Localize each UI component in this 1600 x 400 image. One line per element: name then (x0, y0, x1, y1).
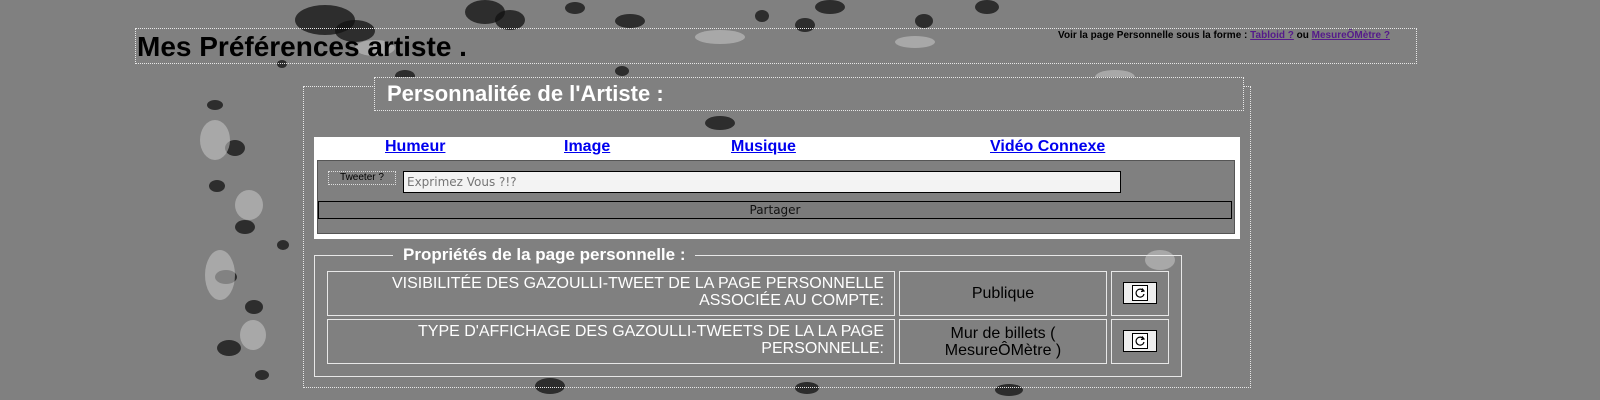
tweet-box: Humeur Image Musique Vidéo Connexe Tweet… (314, 137, 1240, 239)
tweet-form: Tweeter ? Partager (317, 160, 1235, 234)
refresh-icon (1132, 333, 1148, 349)
page-title: Mes Préférences artiste . (137, 31, 467, 62)
properties-title: Propriétés de la page personnelle : (393, 244, 696, 266)
personality-tabs: Humeur Image Musique Vidéo Connexe (314, 138, 1240, 158)
tab-humeur[interactable]: Humeur (385, 138, 445, 156)
view-as-prefix: Voir la page Personnelle sous la forme : (1058, 30, 1251, 41)
tweet-input[interactable] (403, 171, 1121, 193)
tab-video-connexe[interactable]: Vidéo Connexe (990, 138, 1105, 156)
tab-image[interactable]: Image (564, 138, 610, 156)
personality-header: Personnalitée de l'Artiste : (374, 77, 1244, 111)
view-as-links: Voir la page Personnelle sous la forme :… (1058, 29, 1390, 42)
property-action-cell (1111, 319, 1169, 364)
mesureometre-link[interactable]: MesureÔMètre ? (1312, 30, 1390, 41)
change-display-type-button[interactable] (1123, 330, 1157, 352)
refresh-icon (1132, 285, 1148, 301)
properties-fieldset: Propriétés de la page personnelle : VISI… (314, 244, 1182, 377)
tweet-label: Tweeter ? (328, 171, 396, 185)
personality-title: Personnalitée de l'Artiste : (387, 81, 664, 106)
property-label: VISIBILITÉE DES GAZOULLI-TWEET DE LA PAG… (327, 271, 895, 316)
artist-panel: Personnalitée de l'Artiste : Humeur Imag… (303, 77, 1251, 388)
tabloid-link[interactable]: Tabloid ? (1250, 30, 1294, 41)
page-header: Mes Préférences artiste . Voir la page P… (135, 28, 1417, 64)
property-row-visibility: VISIBILITÉE DES GAZOULLI-TWEET DE LA PAG… (327, 271, 1181, 316)
property-row-display-type: TYPE D'AFFICHAGE DES GAZOULLI-TWEETS DE … (327, 319, 1181, 364)
tab-musique[interactable]: Musique (731, 138, 796, 156)
change-visibility-button[interactable] (1123, 282, 1157, 304)
view-as-separator: ou (1293, 30, 1312, 41)
property-label: TYPE D'AFFICHAGE DES GAZOULLI-TWEETS DE … (327, 319, 895, 364)
property-value: Mur de billets ( MesureÔMètre ) (899, 319, 1107, 364)
property-action-cell (1111, 271, 1169, 316)
share-button[interactable]: Partager (318, 201, 1232, 219)
property-value: Publique (899, 271, 1107, 316)
